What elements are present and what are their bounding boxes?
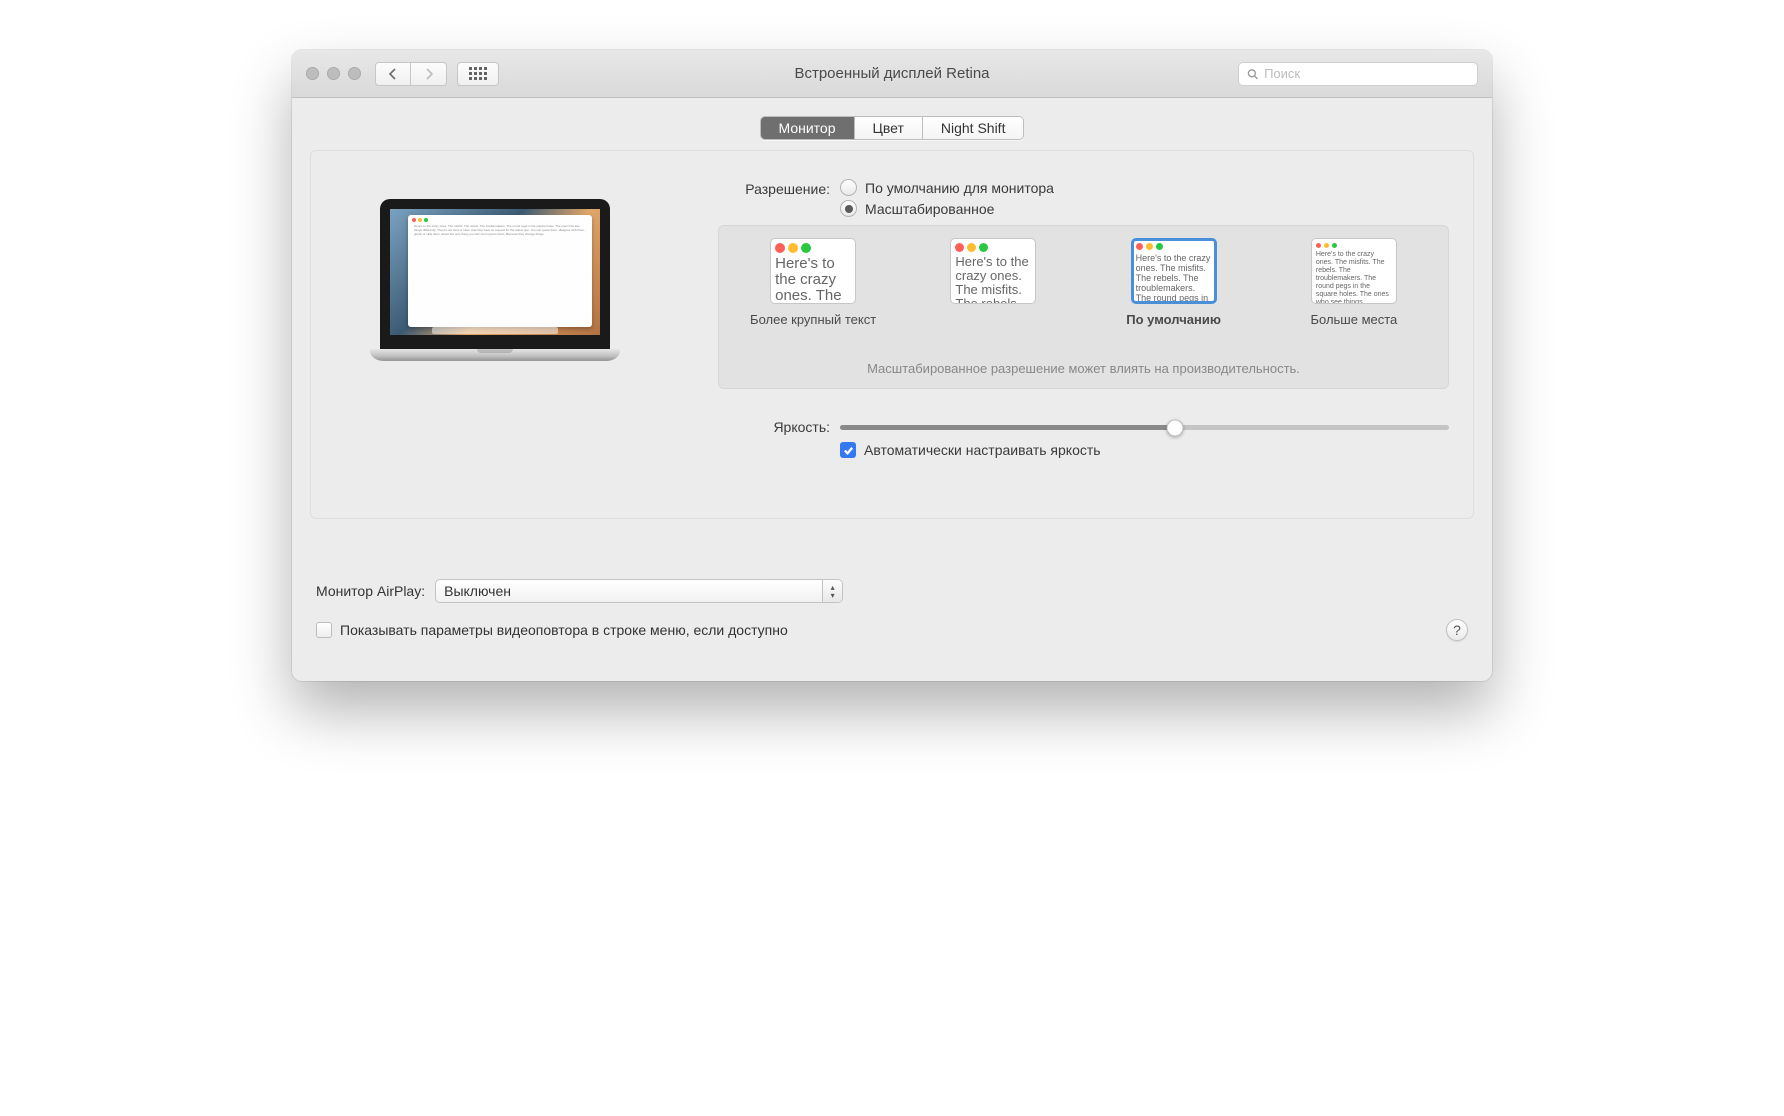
- radio-label: Масштабированное: [865, 201, 994, 217]
- scaling-label: Более крупный текст: [750, 312, 876, 348]
- settings-column: Разрешение: По умолчанию для монитора Ма…: [685, 179, 1449, 464]
- chevron-left-icon: [388, 68, 398, 80]
- radio-scaled[interactable]: Масштабированное: [840, 200, 1449, 217]
- titlebar: Встроенный дисплей Retina: [292, 50, 1492, 98]
- checkbox-label: Показывать параметры видеоповтора в стро…: [340, 622, 788, 638]
- show-mirroring-checkbox[interactable]: Показывать параметры видеоповтора в стро…: [316, 622, 788, 638]
- airplay-label: Монитор AirPlay:: [316, 583, 425, 599]
- window-title: Встроенный дисплей Retina: [794, 65, 989, 82]
- scaling-label: Больше места: [1310, 312, 1397, 348]
- close-window-button[interactable]: [306, 67, 319, 80]
- zoom-window-button[interactable]: [348, 67, 361, 80]
- help-button[interactable]: ?: [1446, 619, 1468, 641]
- radio-label: По умолчанию для монитора: [865, 180, 1054, 196]
- preview-window-icon: Here's to the crazy ones. The misfits. T…: [408, 215, 592, 327]
- slider-fill: [840, 425, 1175, 430]
- content-area: Монитор Цвет Night Shift Here's to the c…: [292, 98, 1492, 681]
- checkbox-icon: [840, 442, 856, 458]
- tab-bar: Монитор Цвет Night Shift: [310, 116, 1474, 140]
- radio-default-for-display[interactable]: По умолчанию для монитора: [840, 179, 1449, 196]
- grid-icon: [469, 67, 487, 80]
- checkmark-icon: [843, 445, 854, 456]
- window-controls: [306, 67, 361, 80]
- scaling-thumb-larger-text[interactable]: Here's to the crazy ones. The misfits. T…: [770, 238, 856, 304]
- tab-night-shift[interactable]: Night Shift: [923, 117, 1024, 139]
- display-preview: Here's to the crazy ones. The misfits. T…: [335, 179, 655, 464]
- radio-icon: [840, 179, 857, 196]
- main-panel: Here's to the crazy ones. The misfits. T…: [310, 150, 1474, 519]
- airplay-value: Выключен: [444, 583, 511, 599]
- nav-buttons: [375, 62, 447, 86]
- scaling-label: По умолчанию: [1126, 312, 1221, 348]
- radio-icon: [840, 200, 857, 217]
- scaling-thumb-more-space[interactable]: Here's to the crazy ones. The misfits. T…: [1311, 238, 1397, 304]
- minimize-window-button[interactable]: [327, 67, 340, 80]
- preferences-window: Встроенный дисплей Retina Монитор Цвет N…: [292, 50, 1492, 681]
- airplay-select[interactable]: Выключен: [435, 579, 843, 603]
- search-icon: [1247, 68, 1258, 80]
- checkbox-label: Автоматически настраивать яркость: [864, 442, 1101, 458]
- performance-note: Масштабированное разрешение может влиять…: [733, 360, 1434, 378]
- dock-icon: [432, 327, 558, 334]
- scaling-options: Here's to the crazy ones. The misfits. T…: [718, 225, 1449, 389]
- brightness-slider[interactable]: [840, 425, 1449, 430]
- footer: Монитор AirPlay: Выключен Показывать пар…: [310, 579, 1474, 641]
- auto-brightness-checkbox[interactable]: Автоматически настраивать яркость: [840, 442, 1449, 458]
- brightness-label: Яркость:: [685, 417, 840, 458]
- back-button[interactable]: [375, 62, 411, 86]
- tab-color[interactable]: Цвет: [855, 117, 923, 139]
- checkbox-icon: [316, 622, 332, 638]
- select-arrows-icon: [822, 580, 842, 602]
- forward-button[interactable]: [411, 62, 447, 86]
- scaling-thumb-default[interactable]: Here's to the crazy ones. The misfits. T…: [1131, 238, 1217, 304]
- laptop-illustration: Here's to the crazy ones. The misfits. T…: [380, 199, 610, 361]
- chevron-right-icon: [424, 68, 434, 80]
- scaling-thumb-2[interactable]: Here's to the crazy ones. The misfits. T…: [950, 238, 1036, 304]
- show-all-button[interactable]: [457, 62, 499, 86]
- slider-knob[interactable]: [1166, 419, 1183, 436]
- search-input[interactable]: [1264, 66, 1469, 81]
- tab-display[interactable]: Монитор: [761, 117, 855, 139]
- search-field[interactable]: [1238, 62, 1478, 86]
